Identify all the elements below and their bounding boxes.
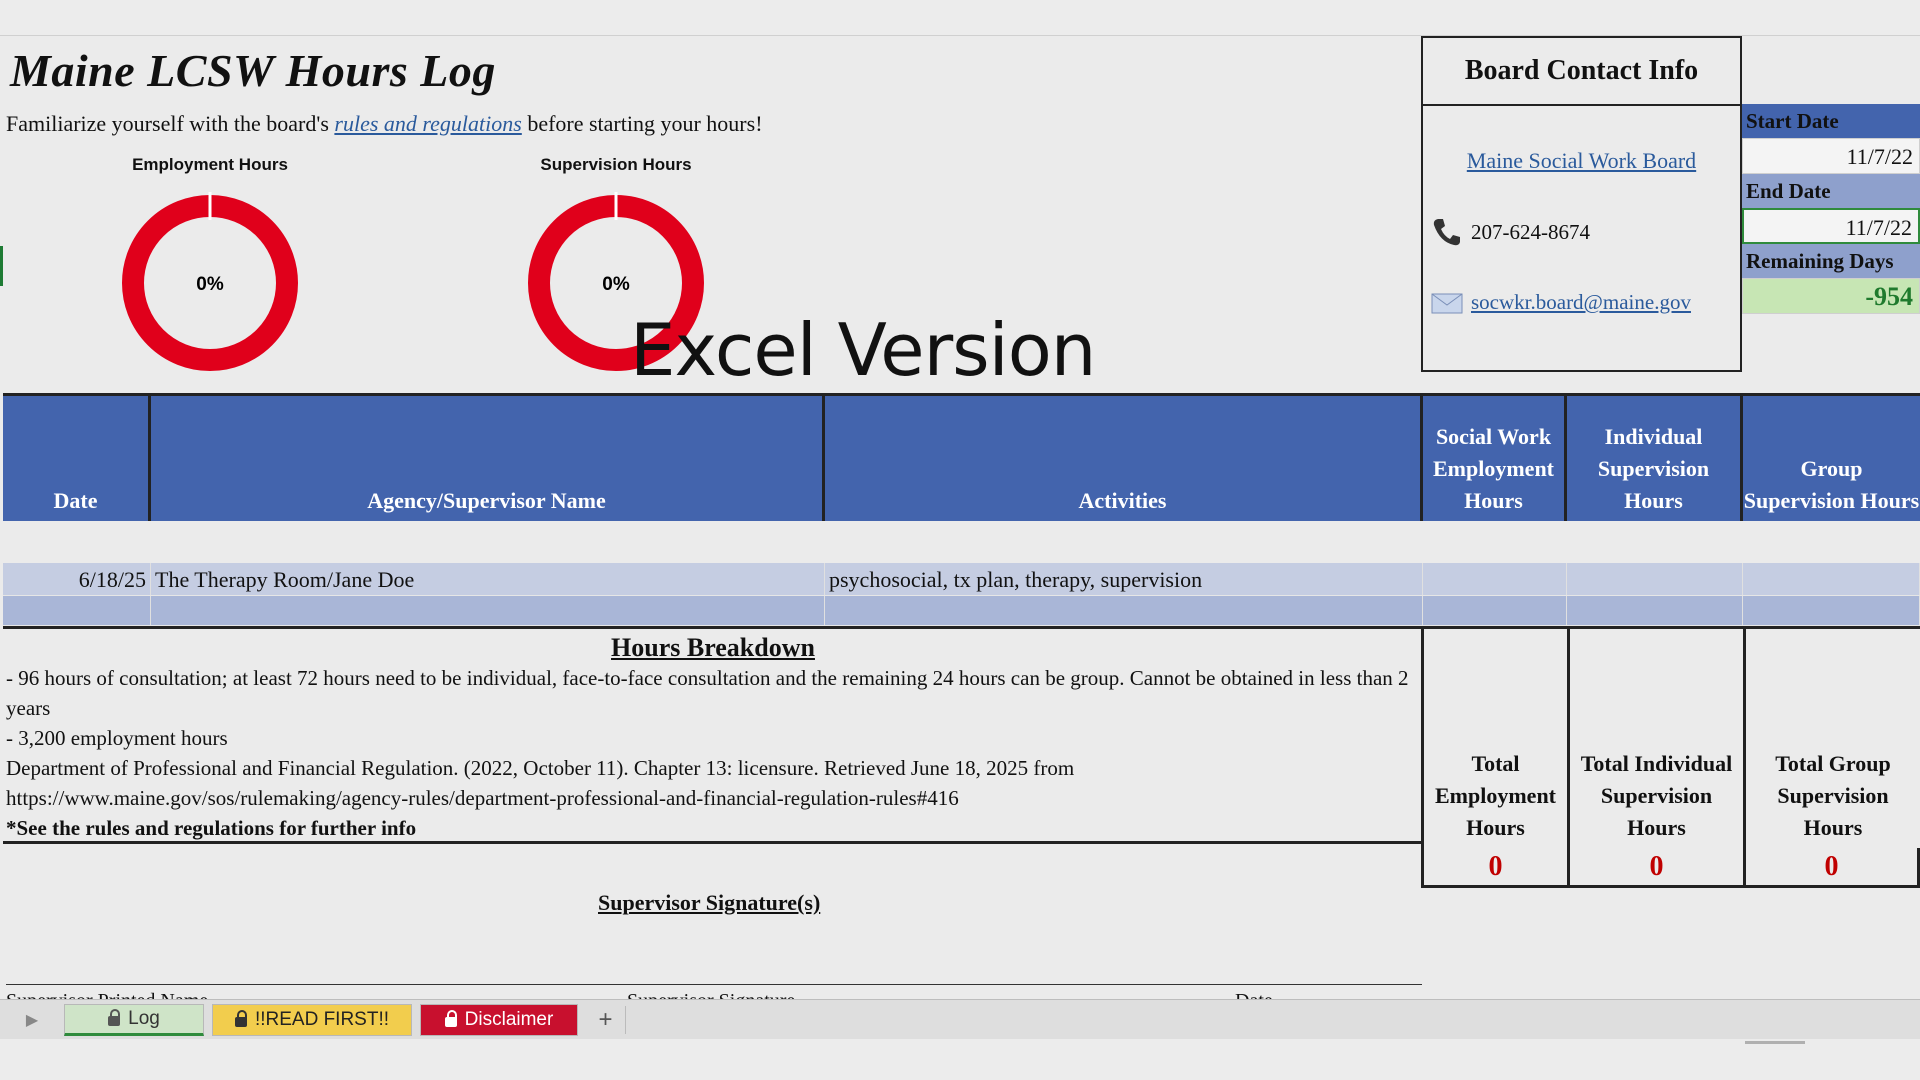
tab-read-first[interactable]: !!READ FIRST!! — [212, 1003, 412, 1036]
email-link[interactable]: socwkr.board@maine.gov — [1471, 290, 1691, 315]
cell-agency[interactable] — [151, 596, 825, 625]
tab-log-label: Log — [128, 1007, 160, 1029]
header-date[interactable]: Date — [3, 396, 151, 521]
cell-individual-supervision[interactable] — [1567, 596, 1743, 625]
hours-breakdown: Hours Breakdown - 96 hours of consultati… — [3, 626, 1423, 844]
signature-heading: Supervisor Signature(s) — [598, 890, 821, 915]
date-label: Date — [1235, 990, 1273, 999]
lock-icon — [444, 1009, 457, 1027]
lock-icon — [108, 1008, 121, 1026]
total-individual-value[interactable]: 0 — [1567, 848, 1746, 888]
sheet-tab-bar: ▶ Log !!READ FIRST!! Disclaimer + — [0, 999, 1920, 1039]
header-activities[interactable]: Activities — [825, 396, 1423, 521]
cell-individual-supervision[interactable] — [1567, 563, 1743, 595]
cell-agency[interactable]: The Therapy Room/Jane Doe — [151, 563, 825, 595]
signature-label: Supervisor Signature — [627, 990, 795, 999]
contact-heading: Board Contact Info — [1423, 38, 1740, 106]
employment-chart-title: Employment Hours — [132, 155, 288, 174]
intro-text: Familiarize yourself with the board's ru… — [6, 111, 763, 137]
employment-donut: 0% — [122, 192, 298, 371]
toolbar-strip — [0, 0, 1920, 36]
rules-link[interactable]: rules and regulations — [334, 111, 521, 136]
employment-hours-chart: Employment Hours 0% — [115, 150, 305, 378]
total-group-value[interactable]: 0 — [1743, 848, 1920, 888]
dates-panel: Start Date 11/7/22 End Date 11/7/22 Rema… — [1742, 36, 1920, 314]
horizontal-scrollbar[interactable] — [1745, 1041, 1805, 1044]
breakdown-employment: - 3,200 employment hours — [6, 726, 228, 750]
end-date-label: End Date — [1742, 174, 1920, 208]
table-row: 6/18/25 The Therapy Room/Jane Doe psycho… — [3, 563, 1920, 596]
background-logo — [960, 146, 998, 318]
cell-activities[interactable]: psychosocial, tx plan, therapy, supervis… — [825, 563, 1423, 595]
table-row — [3, 596, 1920, 626]
total-group-label: Total Group Supervision Hours — [1743, 626, 1920, 848]
email-row: socwkr.board@maine.gov — [1431, 290, 1691, 315]
header-group-supervision[interactable]: Group Supervision Hours — [1743, 396, 1920, 521]
header-employment-hours[interactable]: Social Work Employment Hours — [1423, 396, 1567, 521]
dates-spacer — [1742, 36, 1920, 104]
tab-disclaimer-label: Disclaimer — [464, 1008, 554, 1030]
email-icon — [1431, 293, 1463, 313]
supervision-chart-title: Supervision Hours — [540, 155, 692, 174]
remaining-days-cell[interactable]: -954 — [1742, 278, 1920, 314]
remaining-days-label: Remaining Days — [1742, 244, 1920, 278]
cell-employment-hours[interactable] — [1423, 563, 1567, 595]
cell-group-supervision[interactable] — [1743, 596, 1920, 625]
intro-before: Familiarize yourself with the board's — [6, 111, 335, 136]
scroll-tabs-right-icon[interactable]: ▶ — [0, 1010, 64, 1030]
lock-icon — [234, 1009, 247, 1027]
board-contact-box: Board Contact Info Maine Social Work Boa… — [1421, 36, 1742, 372]
tab-disclaimer[interactable]: Disclaimer — [420, 1003, 578, 1036]
intro-after: before starting your hours! — [521, 111, 763, 136]
printed-name-label: Supervisor Printed Name — [6, 990, 208, 999]
phone-icon — [1433, 219, 1460, 246]
total-employment-label: Total Employment Hours — [1421, 626, 1567, 848]
cell-employment-hours[interactable] — [1423, 596, 1567, 625]
breakdown-note: *See the rules and regulations for furth… — [6, 816, 417, 840]
total-employment-value[interactable]: 0 — [1421, 848, 1570, 888]
signature-line — [6, 984, 1422, 985]
tab-read-first-label: !!READ FIRST!! — [254, 1008, 390, 1030]
supervision-percent: 0% — [602, 274, 630, 295]
total-individual-label: Total Individual Supervision Hours — [1567, 626, 1743, 848]
header-agency[interactable]: Agency/Supervisor Name — [151, 396, 825, 521]
cell-date[interactable]: 6/18/25 — [3, 563, 151, 595]
start-date-label: Start Date — [1742, 104, 1920, 138]
status-strip — [0, 1039, 1920, 1080]
cell-group-supervision[interactable] — [1743, 563, 1920, 595]
worksheet[interactable]: Maine LCSW Hours Log Familiarize yoursel… — [0, 36, 1920, 999]
cell-date[interactable] — [3, 596, 151, 625]
breakdown-consultation: - 96 hours of consultation; at least 72 … — [6, 666, 1409, 720]
excel-version-watermark: Excel Version — [630, 308, 1096, 392]
log-table-header: Date Agency/Supervisor Name Activities S… — [3, 393, 1920, 521]
end-date-cell[interactable]: 11/7/22 — [1742, 208, 1920, 244]
employment-percent: 0% — [196, 274, 224, 295]
phone-number[interactable]: 207-624-8674 — [1471, 220, 1590, 245]
add-sheet-button[interactable]: + — [586, 1005, 626, 1034]
start-date-cell[interactable]: 11/7/22 — [1742, 138, 1920, 174]
breakdown-citation: Department of Professional and Financial… — [6, 756, 1075, 810]
cell-activities[interactable] — [825, 596, 1423, 625]
board-link[interactable]: Maine Social Work Board — [1423, 148, 1740, 174]
breakdown-heading: Hours Breakdown — [611, 633, 815, 662]
page-title: Maine LCSW Hours Log — [10, 45, 496, 96]
tab-log[interactable]: Log — [64, 1003, 204, 1036]
header-individual-supervision[interactable]: Individual Supervision Hours — [1567, 396, 1743, 521]
row-selection-marker — [0, 246, 3, 286]
phone-row: 207-624-8674 — [1431, 216, 1590, 248]
